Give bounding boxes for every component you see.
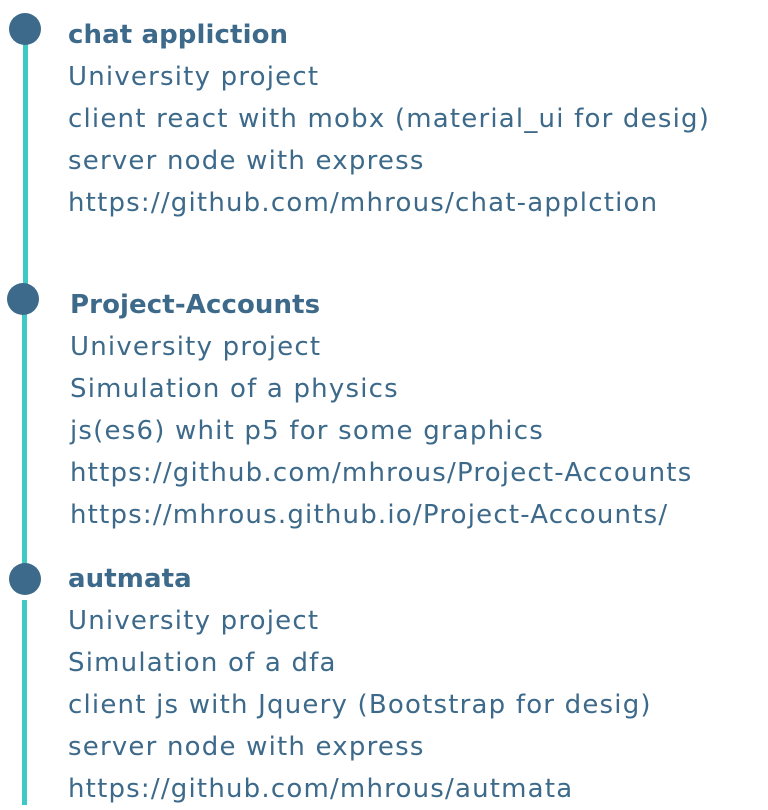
project-link[interactable]: https://github.com/mhrous/Project-Accoun… <box>70 452 692 494</box>
project-timeline: chat appliction University project clien… <box>0 0 768 805</box>
timeline-line <box>23 40 28 286</box>
project-title: Project-Accounts <box>70 290 321 320</box>
project-detail: client react with mobx (material_ui for … <box>68 104 711 134</box>
project-detail: js(es6) whit p5 for some graphics <box>70 416 544 446</box>
project-link[interactable]: https://mhrous.github.io/Project-Account… <box>70 494 692 536</box>
timeline-line <box>22 312 27 568</box>
project-title: chat appliction <box>68 20 289 50</box>
timeline-dot <box>7 283 39 315</box>
project-detail: Simulation of a dfa <box>68 648 337 678</box>
project-detail: Simulation of a physics <box>70 374 399 404</box>
project-entry: Project-Accounts University project Simu… <box>70 284 692 536</box>
project-detail: client js with Jquery (Bootstrap for des… <box>68 690 652 720</box>
timeline-dot <box>9 563 41 595</box>
project-title: autmata <box>68 564 192 594</box>
timeline-line <box>22 600 27 805</box>
project-link[interactable]: https://github.com/mhrous/chat-applction <box>68 182 710 224</box>
project-detail: University project <box>68 62 320 92</box>
project-detail: server node with express <box>68 732 425 762</box>
project-detail: server node with express <box>68 146 425 176</box>
project-detail: University project <box>70 332 322 362</box>
project-link[interactable]: https://github.com/mhrous/autmata <box>68 768 652 810</box>
project-detail: University project <box>68 606 320 636</box>
timeline-dot <box>9 13 41 45</box>
project-entry: chat appliction University project clien… <box>68 14 710 224</box>
project-entry: autmata University project Simulation of… <box>68 558 652 810</box>
